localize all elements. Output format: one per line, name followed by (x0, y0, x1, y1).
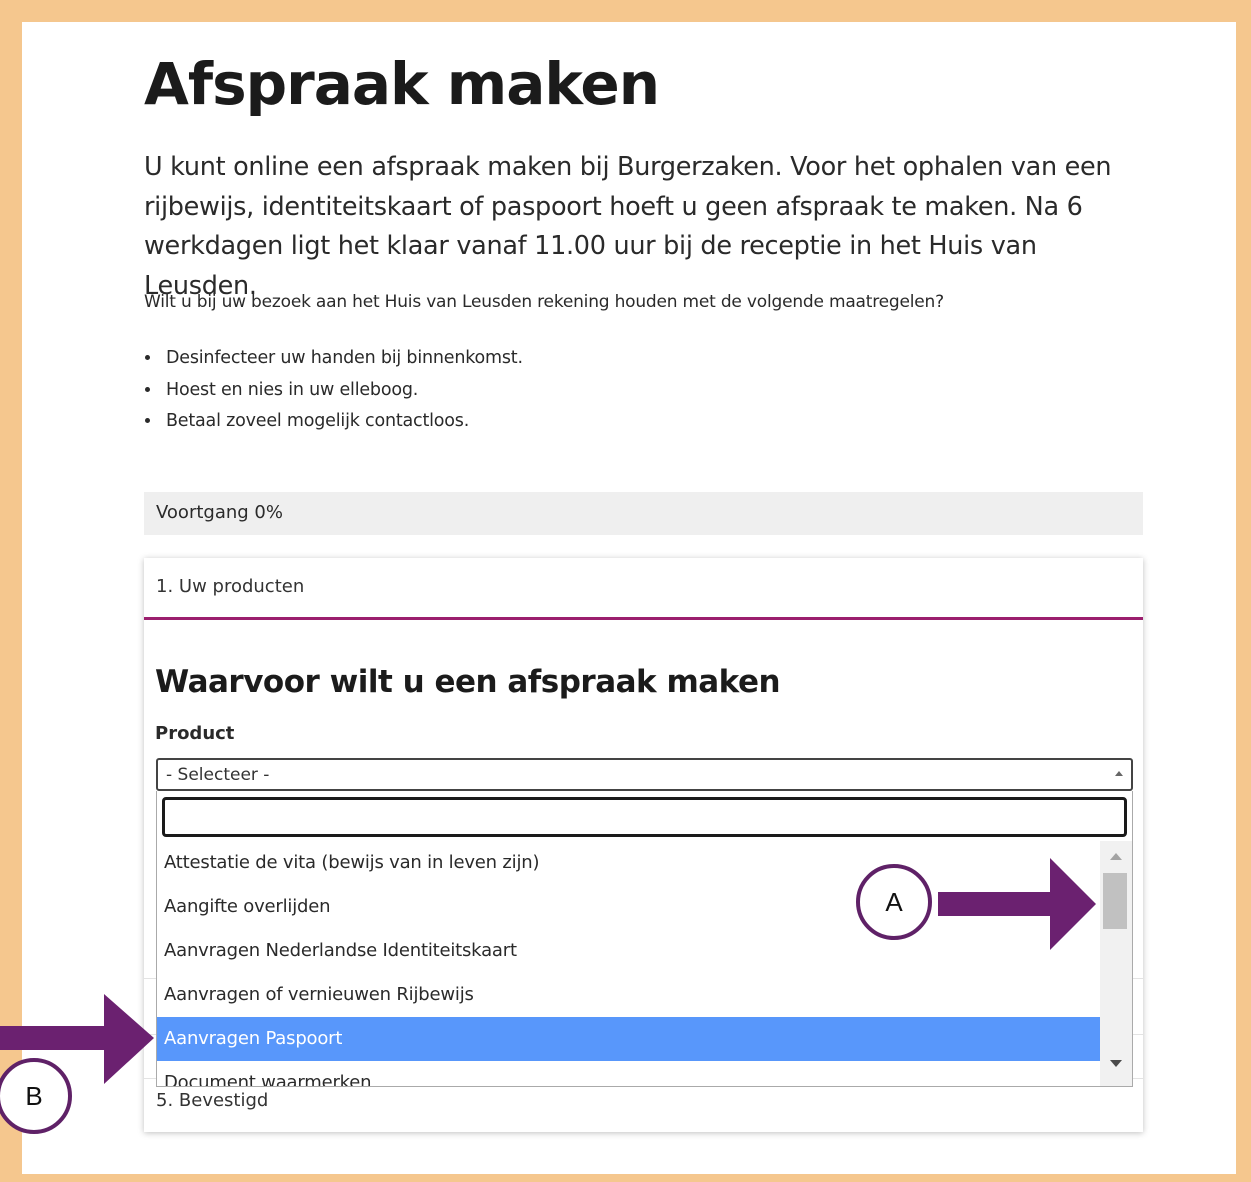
select-value: - Selecteer - (166, 765, 270, 785)
measures-note: Wilt u bij uw bezoek aan het Huis van Le… (144, 292, 944, 312)
product-label: Product (155, 723, 235, 744)
option-paspoort[interactable]: Aanvragen Paspoort (157, 1017, 1102, 1061)
annotation-arrow-a (938, 858, 1096, 950)
scroll-thumb[interactable] (1103, 873, 1127, 929)
page-title: Afspraak maken (144, 50, 660, 118)
list-item: Betaal zoveel mogelijk contactloos. (162, 411, 523, 443)
form-card: 1. Uw producten 5. Bevestigd Waarvoor wi… (144, 558, 1143, 1132)
page-frame: Afspraak maken U kunt online een afspraa… (22, 22, 1236, 1174)
list-item: Desinfecteer uw handen bij binnenkomst. (162, 348, 523, 380)
option-document-waarmerken[interactable]: Document waarmerken (157, 1061, 1102, 1086)
progress-fill (144, 492, 297, 495)
intro-text: U kunt online een afspraak maken bij Bur… (144, 152, 1112, 301)
list-item: Hoest en nies in uw elleboog. (162, 380, 523, 412)
dropdown-search-input[interactable] (162, 797, 1127, 837)
step-label-confirmed[interactable]: 5. Bevestigd (156, 1090, 268, 1111)
scroll-down-arrow-icon[interactable] (1110, 1060, 1122, 1067)
dropdown-scrollbar[interactable] (1100, 841, 1132, 1086)
option-rijbewijs[interactable]: Aanvragen of vernieuwen Rijbewijs (157, 973, 1102, 1017)
measures-list: Desinfecteer uw handen bij binnenkomst. … (162, 348, 523, 443)
annotation-marker-a: A (856, 864, 932, 940)
scroll-up-arrow-icon[interactable] (1110, 853, 1122, 860)
progress-label: Voortgang 0% (156, 502, 283, 523)
product-select[interactable]: - Selecteer - (156, 758, 1133, 791)
caret-up-icon (1115, 771, 1123, 776)
form-title: Waarvoor wilt u een afspraak maken (155, 664, 781, 700)
progress-bar: Voortgang 0% (144, 492, 1143, 535)
